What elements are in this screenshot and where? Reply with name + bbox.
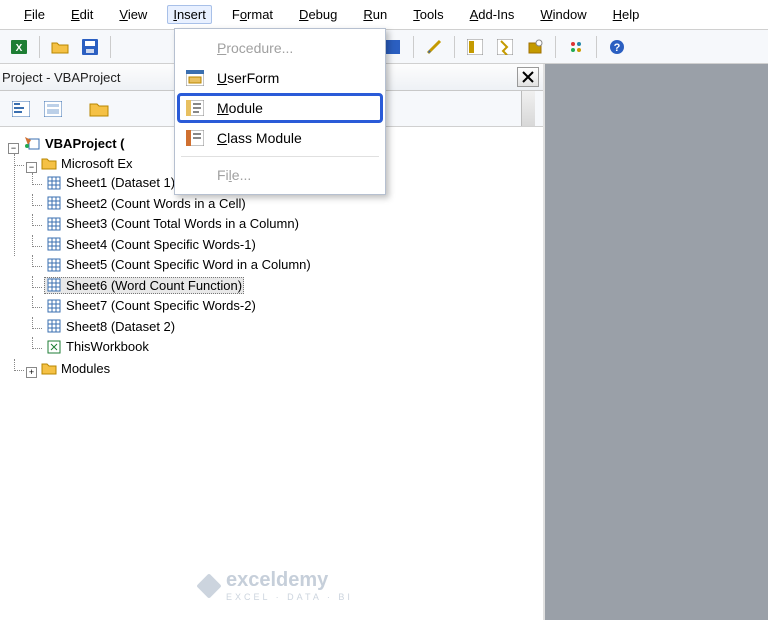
worksheet-icon <box>46 258 62 272</box>
object-browser-icon[interactable] <box>522 34 548 60</box>
menu-add-ins[interactable]: Add-Ins <box>464 5 521 24</box>
tree-item-label: Microsoft Ex <box>61 156 133 171</box>
worksheet-icon <box>46 319 62 333</box>
tree-sheet-item[interactable]: Sheet8 (Dataset 2) <box>44 318 177 335</box>
tree-excel-objects[interactable]: Microsoft Ex <box>39 155 135 172</box>
watermark-tagline: EXCEL · DATA · BI <box>226 592 353 602</box>
tree-item-label: Sheet6 (Word Count Function) <box>66 278 242 293</box>
menu-item-label: UserForm <box>217 70 279 86</box>
mdi-client-area <box>545 64 768 620</box>
menu-run[interactable]: Run <box>357 5 393 24</box>
module-icon <box>185 99 205 117</box>
blank-icon <box>185 166 205 184</box>
open-icon[interactable] <box>47 34 73 60</box>
help-icon[interactable]: ? <box>604 34 630 60</box>
tree-item-label: Sheet7 (Count Specific Words-2) <box>66 298 256 313</box>
tree-modules[interactable]: Modules <box>39 360 112 377</box>
menu-window[interactable]: Window <box>534 5 592 24</box>
save-icon[interactable] <box>77 34 103 60</box>
menu-view[interactable]: View <box>113 5 153 24</box>
worksheet-icon <box>46 217 62 231</box>
svg-text:?: ? <box>614 42 621 54</box>
insert-menu-dropdown: Procedure... UserForm Module Class Module Fi… <box>174 28 386 195</box>
menu-insert[interactable]: Insert <box>167 5 212 24</box>
tree-item-label: Sheet4 (Count Specific Words-1) <box>66 237 256 252</box>
folder-icon <box>41 157 57 170</box>
worksheet-icon <box>46 278 62 292</box>
watermark-logo-icon <box>196 573 221 598</box>
project-explorer-icon[interactable] <box>462 34 488 60</box>
tree-sheet-item[interactable]: Sheet4 (Count Specific Words-1) <box>44 236 258 253</box>
menu-separator <box>181 156 379 157</box>
svg-text:X: X <box>16 43 23 54</box>
tree-sheet-item[interactable]: Sheet3 (Count Total Words in a Column) <box>44 215 301 232</box>
tree-sheet-item[interactable]: Sheet7 (Count Specific Words-2) <box>44 297 258 314</box>
menu-tools[interactable]: Tools <box>407 5 449 24</box>
menu-item-label: Class Module <box>217 130 302 146</box>
menu-file[interactable]: File <box>18 5 51 24</box>
tree-item-label: VBAProject ( <box>45 136 124 151</box>
menu-format[interactable]: Format <box>226 5 279 24</box>
scrollbar-stub <box>521 91 535 126</box>
workbook-icon <box>46 340 62 354</box>
project-tree: −VBAProject (m)−Microsoft ExSheet1 (Data… <box>0 127 543 620</box>
tree-item-label: Sheet8 (Dataset 2) <box>66 319 175 334</box>
menu-help[interactable]: Help <box>607 5 646 24</box>
menu-debug[interactable]: Debug <box>293 5 343 24</box>
tree-item-label: Sheet5 (Count Specific Word in a Column) <box>66 257 311 272</box>
menu-item-label: File... <box>217 167 251 183</box>
menu-item-class-module[interactable]: Class Module <box>177 123 383 153</box>
worksheet-icon <box>46 196 62 210</box>
tree-item-label: ThisWorkbook <box>66 339 149 354</box>
project-window-title: Project - VBAProject <box>2 70 121 85</box>
menu-item-label: Procedure... <box>217 40 293 56</box>
view-code-icon[interactable] <box>8 96 34 122</box>
watermark-brand: exceldemy <box>226 569 353 592</box>
worksheet-icon <box>46 237 62 251</box>
menubar: File Edit View Insert Format Debug Run Tools Add… <box>0 0 768 30</box>
folder-icon <box>41 362 57 375</box>
tree-item-label: Sheet2 (Count Words in a Cell) <box>66 196 246 211</box>
tree-item-label: Modules <box>61 361 110 376</box>
properties-icon[interactable] <box>492 34 518 60</box>
userform-icon <box>185 69 205 87</box>
expander-icon[interactable]: − <box>8 143 19 154</box>
toolbox-icon[interactable] <box>563 34 589 60</box>
menu-item-label: Module <box>217 100 263 116</box>
menu-item-file-: File... <box>177 160 383 190</box>
menu-item-procedure-: Procedure... <box>177 33 383 63</box>
tree-sheet-item[interactable]: Sheet1 (Dataset 1) <box>44 174 177 191</box>
classmod-icon <box>185 129 205 147</box>
menu-edit[interactable]: Edit <box>65 5 99 24</box>
tree-item-label: Sheet1 (Dataset 1) <box>66 175 175 190</box>
tree-item-label: Sheet3 (Count Total Words in a Column) <box>66 216 299 231</box>
vbaproject-icon <box>23 135 41 151</box>
design-mode-icon[interactable] <box>421 34 447 60</box>
expander-icon[interactable]: + <box>26 367 37 378</box>
excel-app-icon[interactable]: X <box>6 34 32 60</box>
tree-sheet-item[interactable]: Sheet5 (Count Specific Word in a Column) <box>44 256 313 273</box>
worksheet-icon <box>46 176 62 190</box>
close-icon[interactable] <box>517 67 539 87</box>
view-object-icon[interactable] <box>40 96 66 122</box>
proc-icon <box>185 39 205 57</box>
menu-item-userform[interactable]: UserForm <box>177 63 383 93</box>
folder-icon[interactable] <box>86 96 112 122</box>
tree-root[interactable]: VBAProject ( <box>21 134 126 152</box>
tree-thisworkbook[interactable]: ThisWorkbook <box>44 338 151 355</box>
expander-icon[interactable]: − <box>26 162 37 173</box>
watermark: exceldemy EXCEL · DATA · BI <box>200 569 353 602</box>
tree-sheet-item[interactable]: Sheet2 (Count Words in a Cell) <box>44 195 248 212</box>
menu-item-module[interactable]: Module <box>177 93 383 123</box>
tree-sheet-item[interactable]: Sheet6 (Word Count Function) <box>44 277 244 294</box>
worksheet-icon <box>46 299 62 313</box>
